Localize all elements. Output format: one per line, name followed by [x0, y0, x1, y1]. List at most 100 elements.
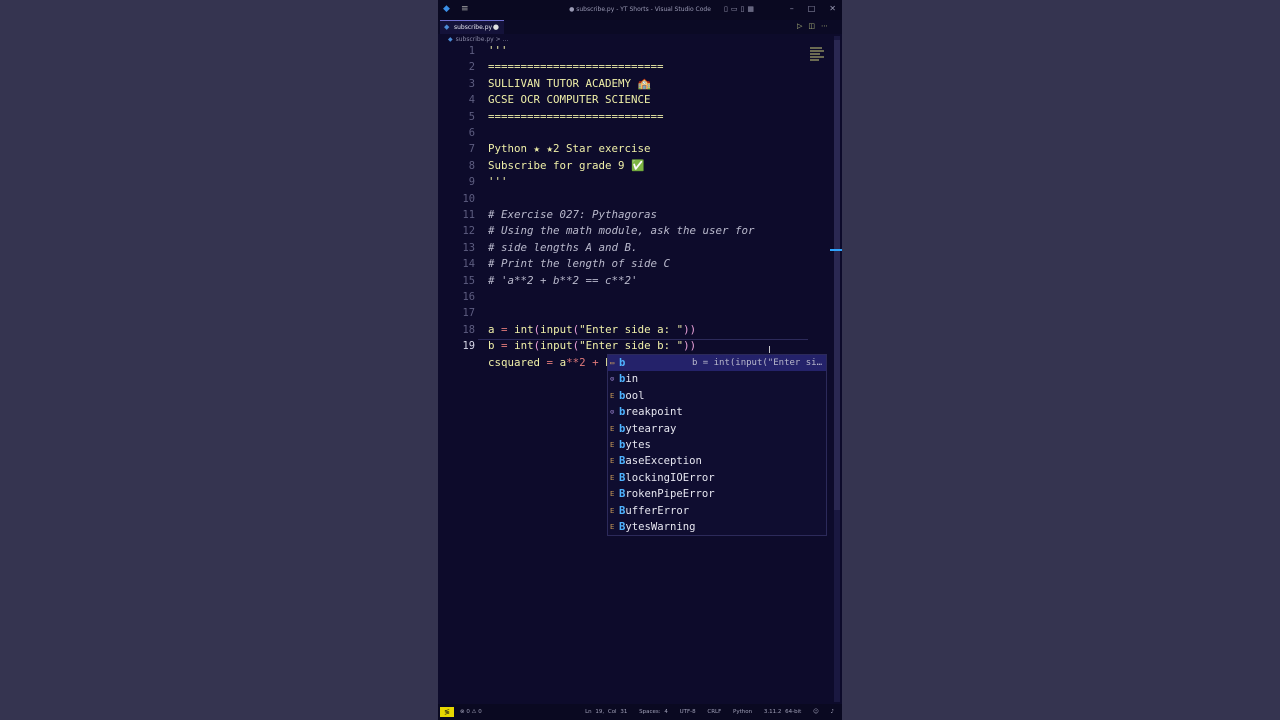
indentation[interactable]: Spaces: 4: [639, 709, 668, 715]
suggestion-label: bytes: [619, 438, 651, 451]
suggestion-item[interactable]: ⴹ bool: [608, 388, 826, 404]
line-text: # Using the math module, ask the user fo…: [488, 224, 755, 238]
vscode-window: ◆ ≡ ● subscribe.py - YT Shorts - Visual …: [438, 0, 842, 720]
line-text: ''': [488, 175, 508, 189]
line-number: 14: [462, 258, 475, 271]
class-icon: ⴹ: [610, 506, 615, 515]
line-text: # 'a**2 + b**2 == c**2': [488, 273, 638, 287]
suggestion-label: b: [619, 357, 626, 369]
language-mode[interactable]: Python: [733, 709, 752, 715]
line-text: ===========================: [488, 109, 664, 123]
line-number: 4: [468, 94, 475, 107]
problems-count[interactable]: ⊗ 0 ⚠ 0: [460, 704, 482, 720]
notifications-icon[interactable]: ♪: [830, 709, 834, 715]
class-icon: ⴹ: [610, 490, 615, 499]
title-bar: ◆ ≡ ● subscribe.py - YT Shorts - Visual …: [438, 0, 842, 20]
line-text: GCSE OCR COMPUTER SCIENCE: [488, 93, 651, 107]
function-icon: ⊙: [610, 375, 615, 384]
suggestion-label: BaseException: [619, 455, 702, 468]
line-number: 7: [468, 143, 475, 156]
suggestion-detail: b = int(input("Enter si…: [691, 358, 822, 368]
close-icon[interactable]: ✕: [829, 4, 836, 13]
maximize-icon[interactable]: □: [808, 4, 816, 13]
unsaved-dot-icon[interactable]: ●: [493, 21, 499, 34]
tab-bar: ◆ subscribe.py ● ▷◫⋯: [438, 20, 842, 34]
suggestion-label: bytearray: [619, 422, 677, 435]
class-icon: ⴹ: [610, 391, 615, 400]
line-text: # Print the length of side C: [488, 257, 671, 271]
class-icon: ⴹ: [610, 424, 615, 433]
class-icon: ⴹ: [610, 440, 615, 449]
breadcrumb[interactable]: ◆ subscribe.py > ...: [448, 36, 508, 43]
python-interpreter[interactable]: 3.11.2 64-bit: [764, 709, 801, 715]
i-beam-cursor-icon: I: [768, 345, 771, 356]
python-file-icon: ◆: [444, 23, 450, 31]
line-number: 5: [468, 110, 475, 123]
line-number: 3: [468, 77, 475, 90]
line-number: 12: [462, 225, 475, 238]
line-text: # Exercise 027: Pythagoras: [488, 208, 658, 221]
more-actions-icon[interactable]: ⋯: [821, 22, 834, 30]
end-of-line[interactable]: CRLF: [707, 709, 721, 715]
remote-indicator-icon[interactable]: ≶: [440, 707, 454, 717]
suggestion-item[interactable]: ⊙ breakpoint: [608, 404, 826, 420]
suggestion-label: bin: [619, 373, 639, 386]
line-number: 6: [468, 127, 475, 139]
suggestion-item[interactable]: ⴹ BufferError: [608, 503, 826, 519]
line-text: SULLIVAN TUTOR ACADEMY 🏫: [488, 76, 651, 90]
line-number: 10: [462, 192, 475, 205]
suggestion-item[interactable]: ⴹ BytesWarning: [608, 519, 826, 535]
line-number: 8: [468, 159, 475, 172]
layout-toggle-icons[interactable]: ▯▭▯▦: [724, 5, 757, 13]
minimize-icon[interactable]: –: [790, 4, 794, 13]
suggestion-label: BlockingIOError: [619, 471, 715, 484]
line-number: 13: [462, 241, 475, 254]
line-text: # side lengths A and B.: [488, 240, 638, 254]
function-icon: ⊙: [610, 408, 615, 417]
encoding[interactable]: UTF-8: [680, 709, 696, 715]
line-text: ===========================: [488, 60, 664, 74]
editor-actions: ▷◫⋯: [797, 22, 834, 30]
suggestion-item[interactable]: ⴹ bytearray: [608, 421, 826, 437]
line-number: 15: [462, 274, 475, 287]
line-text: Subscribe for grade 9 ✅: [488, 158, 645, 172]
run-icon[interactable]: ▷: [797, 22, 808, 30]
class-icon: ⴹ: [610, 473, 615, 482]
suggestion-item[interactable]: ⴹ BaseException: [608, 453, 826, 469]
scrollbar-marker: [830, 249, 842, 251]
suggestion-label: bool: [619, 389, 645, 402]
cursor-position[interactable]: Ln 19, Col 31: [585, 709, 627, 715]
line-number: 2: [468, 61, 475, 74]
tab-subscribe-py[interactable]: ◆ subscribe.py ●: [440, 20, 504, 34]
line-text: ''': [488, 44, 508, 57]
suggestion-item[interactable]: ⴹ BrokenPipeError: [608, 486, 826, 502]
class-icon: ⴹ: [610, 522, 615, 531]
suggestion-label: BrokenPipeError: [619, 488, 715, 501]
split-editor-icon[interactable]: ◫: [808, 22, 821, 30]
suggestion-label: BytesWarning: [619, 520, 696, 533]
variable-icon: ▭: [610, 359, 615, 367]
window-controls: – □ ✕: [776, 4, 836, 13]
code-line-19[interactable]: csquared = a**2 + b: [438, 338, 613, 369]
line-number: 1: [468, 45, 475, 57]
feedback-icon[interactable]: ☺: [813, 709, 819, 715]
class-icon: ⴹ: [610, 457, 615, 466]
status-bar: ≶ ⊗ 0 ⚠ 0 Ln 19, Col 31 Spaces: 4 UTF-8 …: [438, 704, 842, 720]
line-text: Python ★ ★2 Star exercise: [488, 142, 651, 156]
suggestion-label: breakpoint: [619, 406, 683, 419]
suggestion-label: BufferError: [619, 504, 690, 517]
suggestion-item[interactable]: ⊙ bin: [608, 371, 826, 387]
line-number: 9: [468, 176, 475, 189]
tab-label: subscribe.py: [454, 24, 493, 31]
scrollbar-thumb[interactable]: [834, 40, 840, 510]
minimap[interactable]: [810, 47, 826, 67]
autocomplete-suggestions: ▭ b b = int(input("Enter si… ⊙ bin ⴹ bool ⊙ brea…: [607, 354, 827, 536]
suggestion-item[interactable]: ⴹ BlockingIOError: [608, 470, 826, 486]
python-file-icon: ◆: [448, 36, 453, 43]
code-line-18[interactable]: b = int(input("Enter side b: ")): [438, 322, 696, 352]
line-number: 16: [462, 291, 475, 303]
line-number: 11: [462, 209, 475, 221]
suggestion-item[interactable]: ⴹ bytes: [608, 437, 826, 453]
code-line-17[interactable]: a = int(input("Enter side a: ")): [438, 305, 696, 336]
suggestion-item[interactable]: ▭ b b = int(input("Enter si…: [608, 355, 826, 372]
